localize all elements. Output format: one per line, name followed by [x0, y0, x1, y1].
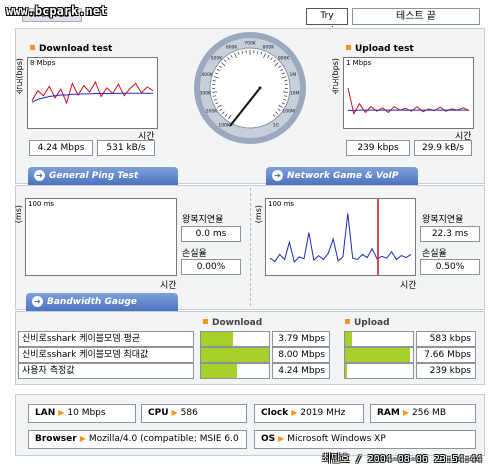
- ram-label: RAM: [377, 408, 400, 418]
- triangle-right-icon: ▶: [171, 408, 178, 417]
- download-mbps-value: 4.24 Mbps: [29, 140, 93, 156]
- gauge-tick-label: 100M: [282, 109, 295, 115]
- clock-info: Clock ▶ 2019 MHz: [254, 404, 364, 423]
- bandwidth-row-label: 사용자 측정값: [18, 363, 194, 379]
- series-line-1: [31, 92, 153, 103]
- upload-level-bar: [344, 331, 414, 347]
- os-label: OS: [261, 434, 276, 444]
- browser-label: Browser: [35, 434, 77, 444]
- gauge-tick: [284, 80, 288, 82]
- gauge-tick-label: 1G: [273, 122, 280, 128]
- download-kbs-value: 531 kB/s: [97, 140, 155, 156]
- ping-xlabel: 시간: [160, 281, 177, 291]
- gauge-tick-label: 200K: [206, 109, 219, 115]
- game-loss-value: 0.50%: [420, 259, 480, 275]
- download-level-bar: [200, 347, 270, 363]
- game-rtt-label: 왕복지연율: [422, 215, 464, 225]
- gauge-tick-label: 100K: [218, 122, 231, 128]
- ping-ylabel: (ms): [14, 205, 23, 224]
- clock-label: Clock: [261, 408, 289, 418]
- gauge-tick-label: 600K: [226, 44, 239, 50]
- game-graph: 100 ms: [265, 198, 416, 276]
- download-level-value: 4.24 Mbps: [272, 363, 330, 379]
- game-xlabel: 시간: [400, 281, 417, 291]
- series-line-0: [31, 80, 154, 105]
- triangle-right-icon: ▶: [79, 434, 86, 443]
- clock-value: 2019 MHz: [300, 408, 346, 418]
- lan-label: LAN: [35, 408, 56, 418]
- ram-info: RAM ▶ 256 MB: [370, 404, 476, 423]
- lan-value: 10 Mbps: [67, 408, 106, 418]
- try-again-button[interactable]: Try again: [306, 8, 348, 36]
- download-test-title: Download test: [30, 44, 112, 54]
- ping-rtt-value: 0.0 ms: [181, 226, 241, 242]
- ram-value: 256 MB: [412, 408, 446, 418]
- triangle-right-icon: ▶: [278, 434, 285, 443]
- upload-level-value: 583 kbps: [416, 331, 476, 347]
- arrow-right-icon: ➜: [34, 170, 45, 181]
- triangle-right-icon: ▶: [291, 408, 298, 417]
- gauge-tick-label: 900K: [278, 56, 291, 62]
- download-graph: 8 Mbps: [27, 57, 158, 129]
- download-ylabel: 속도(bps): [15, 58, 24, 95]
- browser-value: Mozilla/4.0 (compatible; MSIE 6.0: [88, 434, 239, 444]
- arrow-right-icon: ➜: [272, 170, 283, 181]
- gauge-tick-label: 800K: [263, 44, 276, 50]
- gauge-tick-label: 500K: [211, 56, 224, 62]
- ping-graph: 100 ms: [25, 198, 177, 276]
- speed-gauge: 100K 200K 300K 400K 500K600K 700K 800K900K 1M 10…: [194, 32, 306, 144]
- lan-info: LAN ▶ 10 Mbps: [28, 404, 136, 423]
- ping-scale-label: 100 ms: [28, 200, 55, 208]
- download-level-bar: [200, 363, 270, 379]
- gauge-tick-label: 400K: [201, 72, 214, 78]
- triangle-right-icon: ▶: [58, 408, 65, 417]
- os-info: OS ▶ Microsoft Windows XP: [254, 430, 476, 449]
- signature-watermark: 최민호 / 2004-08-06 23:54:44: [322, 454, 483, 465]
- ping-loss-value: 0.00%: [181, 259, 241, 275]
- browser-info: Browser ▶ Mozilla/4.0 (compatible; MSIE 6.…: [28, 430, 247, 449]
- cpu-label: CPU: [148, 408, 169, 418]
- gauge-tick-label: 10M: [290, 91, 300, 97]
- download-level-bar: [200, 331, 270, 347]
- upload-kbs-value: 29.9 kB/s: [414, 140, 472, 156]
- triangle-right-icon: ▶: [402, 408, 410, 417]
- series-line-1: [347, 109, 469, 112]
- cpu-info: CPU ▶ 586: [141, 404, 247, 423]
- gauge-tick: [212, 80, 216, 82]
- series-line-0: [269, 213, 412, 264]
- download-header: Download: [203, 318, 262, 328]
- tab-bandwidth-gauge[interactable]: ➜ Bandwidth Gauge: [26, 293, 178, 311]
- bandwidth-row-label: 신비로sshark 케이블모뎀 최대값: [18, 347, 194, 363]
- upload-ylabel: 속도(bps): [331, 58, 340, 95]
- panel-divider: [250, 188, 251, 306]
- upload-test-title: Upload test: [346, 44, 414, 54]
- upload-level-bar: [344, 363, 414, 379]
- upload-level-value: 239 kbps: [416, 363, 476, 379]
- download-level-value: 3.79 Mbps: [272, 331, 330, 347]
- upload-level-bar: [344, 347, 414, 363]
- gauge-tick-label: 300K: [200, 91, 213, 97]
- game-rtt-value: 22.3 ms: [420, 226, 480, 242]
- bandwidth-row-label: 신비로sshark 케이블모뎀 평균: [18, 331, 194, 347]
- os-value: Microsoft Windows XP: [287, 434, 386, 444]
- upload-level-value: 7.66 Mbps: [416, 347, 476, 363]
- game-loss-label: 손실율: [422, 249, 447, 259]
- game-ylabel: (ms): [254, 205, 263, 224]
- gauge-tick-label: 1M: [290, 72, 297, 78]
- tab-network-game-voip-test[interactable]: ➜Network Game & VoIP Test: [266, 167, 418, 199]
- upload-kbps-value: 239 kbps: [346, 140, 410, 156]
- download-level-value: 8.00 Mbps: [272, 347, 330, 363]
- ping-rtt-label: 왕복지연율: [182, 215, 224, 225]
- tab-general-ping-label: General Ping Test: [49, 171, 139, 181]
- watermark: www.bcpark.net: [6, 4, 108, 18]
- test-status-field: 테스트 끝: [352, 8, 480, 25]
- arrow-right-icon: ➜: [32, 296, 43, 307]
- cpu-value: 586: [180, 408, 198, 418]
- tab-bandwidth-label: Bandwidth Gauge: [47, 297, 137, 307]
- gauge-tick-label: 700K: [244, 41, 257, 47]
- upload-graph: 1 Mbps: [343, 57, 474, 129]
- tab-general-ping-test[interactable]: ➜ General Ping Test: [28, 167, 178, 185]
- ping-loss-label: 손실율: [182, 249, 207, 259]
- upload-header: Upload: [345, 318, 390, 328]
